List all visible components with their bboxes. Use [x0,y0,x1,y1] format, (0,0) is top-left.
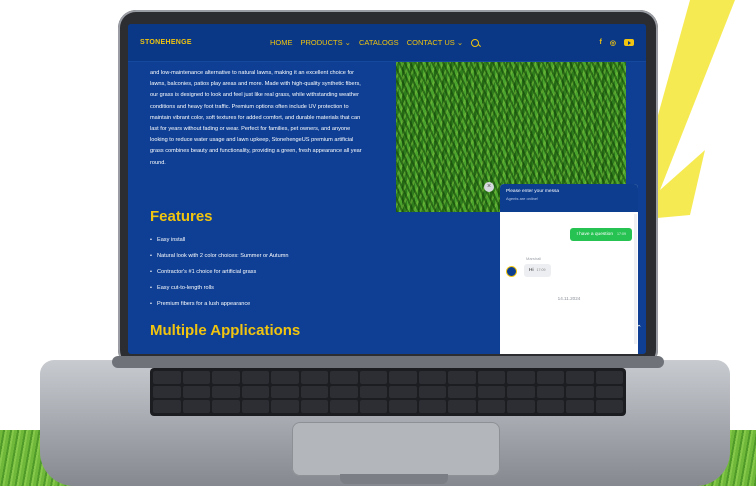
agent-avatar [506,266,517,277]
list-item: Contractor's #1 choice for artificial gr… [150,264,288,280]
features-list: Easy install Natural look with 2 color c… [150,232,289,312]
outgoing-message-time: 17:09 [617,232,626,236]
nav-products[interactable]: PRODUCTS ⌄ [301,38,351,47]
outgoing-message: I have a question 17:09 [570,228,632,241]
chat-title[interactable]: Please enter your messa [506,189,632,194]
nav-catalogs[interactable]: CATALOGS [359,38,399,47]
instagram-icon[interactable]: ◎ [610,39,616,47]
applications-heading: Multiple Applications [150,322,301,339]
laptop-front-notch [340,474,448,484]
scroll-up-arrow-icon[interactable]: ⌃ [634,324,644,334]
laptop-trackpad [292,422,500,476]
list-item: Natural look with 2 color choices: Summe… [150,248,289,264]
features-heading: Features [150,208,213,225]
agent-name: Marshall [526,256,542,261]
nav-home[interactable]: HOME [270,38,293,47]
chat-widget: Please enter your messa Agents are onlin… [500,184,638,354]
search-icon[interactable] [471,38,480,47]
incoming-message: Hi 17:09 [524,264,551,277]
site-logo[interactable]: STONEHENGE [140,39,270,46]
social-links: f ◎ [600,39,634,47]
site-header: STONEHENGE HOME PRODUCTS ⌄ CATALOGS CONT… [128,24,646,62]
list-item: Easy install [150,232,288,248]
main-menu: HOME PRODUCTS ⌄ CATALOGS CONTACT US ⌄ [270,38,600,47]
incoming-message-text: Hi [529,268,534,273]
chat-header: Please enter your messa Agents are onlin… [500,184,638,212]
chat-close-button[interactable]: × [484,182,494,192]
list-item: Easy cut-to-length rolls [150,280,288,296]
product-description: and low-maintenance alternative to natur… [150,70,362,166]
chat-status: Agents are online! [506,196,539,201]
facebook-icon[interactable]: f [600,39,602,46]
list-item: Premium fibers for a lush appearance [150,296,288,312]
laptop-screen: STONEHENGE HOME PRODUCTS ⌄ CATALOGS CONT… [128,24,646,354]
nav-contact-us[interactable]: CONTACT US ⌄ [407,38,463,47]
incoming-message-time: 17:09 [536,268,546,272]
outgoing-message-text: I have a question [576,232,613,237]
laptop-hinge [112,356,664,368]
youtube-icon[interactable] [624,39,634,46]
laptop-keyboard [150,368,626,416]
chat-date: 14.11.2024 [557,296,581,301]
